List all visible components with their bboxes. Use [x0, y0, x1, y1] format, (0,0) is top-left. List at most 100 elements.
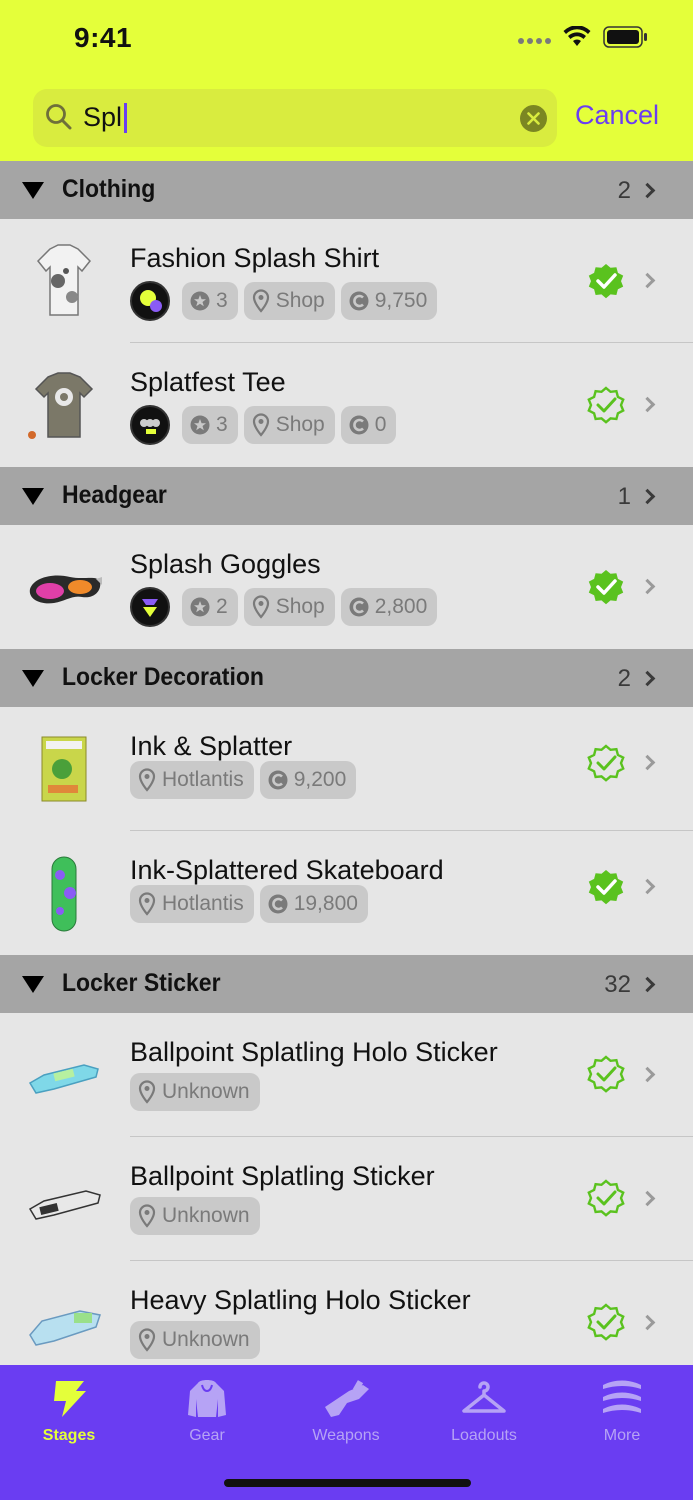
list-item[interactable]: Ink & Splatter Hotlantis 9,200: [0, 707, 693, 831]
owned-check-icon[interactable]: [585, 866, 627, 908]
location-pin-icon: [138, 892, 156, 916]
chevron-right-icon: [639, 1066, 656, 1083]
gear-hoodie-icon: [188, 1380, 226, 1417]
price-chip: 9,200: [259, 761, 357, 799]
section-title: Headgear: [62, 481, 167, 509]
item-name: Splatfest Tee: [130, 367, 286, 397]
search-input[interactable]: Spl: [83, 102, 128, 133]
section-header-headgear[interactable]: Headgear 1: [0, 467, 693, 525]
signal-icon: [518, 38, 551, 44]
price-value: 2,800: [374, 595, 428, 618]
brand-logo-icon: [130, 405, 170, 445]
source-chip: Unknown: [130, 1321, 260, 1359]
brand-logo-icon: [130, 281, 170, 321]
chevron-right-icon: [639, 754, 656, 771]
not-owned-check-icon[interactable]: [585, 1177, 627, 1219]
list-item[interactable]: Splash Goggles 2 Shop 2,800: [0, 525, 693, 649]
not-owned-check-icon[interactable]: [585, 1301, 627, 1343]
source-chip: Shop: [243, 588, 335, 626]
owned-check-icon[interactable]: [585, 260, 627, 302]
list-item[interactable]: Ballpoint Splatling Holo Sticker Unknown: [0, 1013, 693, 1137]
tab-more[interactable]: More: [572, 1375, 672, 1445]
star-icon: [190, 291, 210, 311]
stages-icon: [54, 1381, 86, 1417]
tab-label: Loadouts: [451, 1427, 517, 1444]
section-count: 1: [617, 483, 631, 510]
cancel-button[interactable]: Cancel: [575, 100, 659, 131]
source-chip: Hotlantis: [130, 885, 254, 923]
chevron-right-icon: [639, 272, 656, 289]
shirt-thumbnail: [36, 244, 92, 316]
source-value: Shop: [275, 413, 325, 436]
wifi-icon: [563, 26, 591, 46]
list-item[interactable]: Ink-Splattered Skateboard Hotlantis 19,8…: [0, 831, 693, 955]
tab-label: Weapons: [312, 1427, 380, 1444]
stars-chip: 3: [182, 282, 238, 320]
not-owned-check-icon[interactable]: [585, 742, 627, 784]
item-name: Ink & Splatter: [130, 731, 293, 761]
source-value: Hotlantis: [162, 768, 244, 791]
item-name: Ink-Splattered Skateboard: [130, 855, 444, 885]
list-item[interactable]: Splatfest Tee 3 Shop 0: [0, 343, 693, 467]
item-info-chips: Unknown: [130, 1197, 260, 1235]
clear-search-icon[interactable]: [520, 105, 547, 132]
tab-stages[interactable]: Stages: [19, 1375, 119, 1445]
location-pin-icon: [138, 1204, 156, 1228]
section-title: Locker Decoration: [62, 663, 264, 691]
chevron-right-icon: [639, 396, 656, 413]
tab-label: Stages: [42, 1427, 96, 1444]
star-icon: [190, 415, 210, 435]
tab-weapons[interactable]: Weapons: [296, 1375, 396, 1445]
item-name: Ballpoint Splatling Holo Sticker: [130, 1037, 498, 1067]
price-value: 9,200: [293, 768, 347, 791]
item-info-chips: 3 Shop 9,750: [130, 281, 438, 321]
location-pin-icon: [252, 289, 269, 313]
stars-chip: 3: [182, 406, 238, 444]
section-header-locker-sticker[interactable]: Locker Sticker 32: [0, 955, 693, 1013]
source-chip: Hotlantis: [130, 761, 254, 799]
brand-logo-icon: [130, 587, 170, 627]
price-chip: 19,800: [259, 885, 368, 923]
collapse-triangle-icon[interactable]: [22, 488, 44, 505]
stars-value: 3: [216, 413, 228, 436]
section-header-clothing[interactable]: Clothing 2: [0, 161, 693, 219]
tab-gear[interactable]: Gear: [157, 1375, 257, 1445]
location-pin-icon: [138, 1328, 156, 1352]
not-owned-check-icon[interactable]: [585, 1053, 627, 1095]
tab-loadouts[interactable]: Loadouts: [434, 1375, 534, 1445]
chevron-right-icon: [639, 976, 656, 993]
coin-icon: [268, 770, 288, 790]
item-name: Ballpoint Splatling Sticker: [130, 1161, 435, 1191]
tab-label: Gear: [189, 1427, 225, 1444]
home-indicator: [224, 1479, 471, 1487]
not-owned-check-icon[interactable]: [585, 384, 627, 426]
section-count: 32: [604, 971, 631, 998]
skateboard-thumbnail: [51, 856, 77, 932]
list-item[interactable]: Fashion Splash Shirt 3 Shop 9,750: [0, 219, 693, 343]
collapse-triangle-icon[interactable]: [22, 182, 44, 199]
holo-sticker-thumbnail: [29, 1310, 101, 1346]
collapse-triangle-icon[interactable]: [22, 976, 44, 993]
collapse-triangle-icon[interactable]: [22, 670, 44, 687]
app: 9:41 Spl Cancel Clothing 2 Fashion Splas…: [0, 0, 693, 1500]
chevron-right-icon: [639, 1314, 656, 1331]
source-chip: Unknown: [130, 1197, 260, 1235]
location-pin-icon: [138, 768, 156, 792]
price-value: 0: [374, 413, 387, 436]
search-field[interactable]: Spl: [33, 89, 557, 147]
section-header-locker-decoration[interactable]: Locker Decoration 2: [0, 649, 693, 707]
magazine-thumbnail: [41, 736, 87, 802]
location-pin-icon: [138, 1080, 156, 1104]
price-value: 9,750: [374, 289, 428, 312]
list-item[interactable]: Ballpoint Splatling Sticker Unknown: [0, 1137, 693, 1261]
section-title: Clothing: [62, 175, 156, 203]
source-value: Shop: [275, 595, 325, 618]
source-value: Unknown: [162, 1080, 250, 1103]
price-chip: 9,750: [340, 282, 438, 320]
chevron-right-icon: [639, 578, 656, 595]
goggles-thumbnail: [29, 575, 102, 604]
owned-check-icon[interactable]: [585, 566, 627, 608]
chevron-right-icon: [639, 1190, 656, 1207]
source-chip: Unknown: [130, 1073, 260, 1111]
header: 9:41 Spl Cancel: [0, 0, 693, 161]
